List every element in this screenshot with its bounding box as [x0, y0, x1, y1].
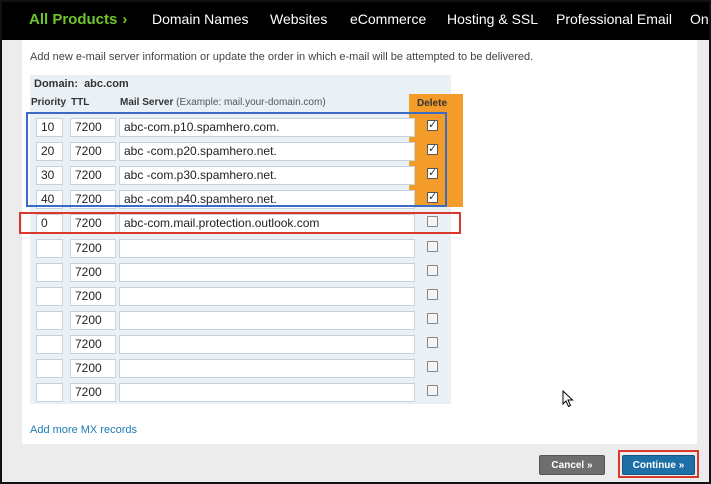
delete-checkbox[interactable]: [427, 313, 438, 324]
ttl-input[interactable]: 7200: [70, 214, 116, 233]
nav-ecommerce[interactable]: eCommerce: [350, 11, 426, 27]
priority-input[interactable]: [36, 263, 63, 282]
nav-professional-email[interactable]: Professional Email: [556, 11, 672, 27]
mail-server-input[interactable]: abc -com.p30.spamhero.net.: [119, 166, 415, 185]
priority-input[interactable]: [36, 359, 63, 378]
ttl-input[interactable]: 7200: [70, 239, 116, 258]
ttl-input[interactable]: 7200: [70, 190, 116, 209]
column-mail-server: Mail Server (Example: mail.your-domain.c…: [120, 97, 326, 108]
mx-row: 7200: [30, 237, 451, 259]
ttl-input[interactable]: 7200: [70, 263, 116, 282]
chevron-right-icon: ›: [122, 11, 128, 28]
domain-label-text: Domain:: [34, 78, 78, 90]
cancel-button[interactable]: Cancel »: [539, 455, 605, 475]
nav-hosting-ssl[interactable]: Hosting & SSL: [447, 11, 538, 27]
mx-row: 7200: [30, 381, 451, 403]
column-delete: Delete: [417, 98, 448, 109]
column-priority: Priority: [31, 97, 67, 108]
delete-checkbox[interactable]: [427, 289, 438, 300]
domain-label: Domain: abc.com: [34, 78, 129, 90]
intro-text: Add new e-mail server information or upd…: [30, 51, 534, 63]
priority-input[interactable]: [36, 335, 63, 354]
mail-server-input[interactable]: [119, 239, 415, 258]
priority-input[interactable]: [36, 287, 63, 306]
mail-server-input[interactable]: abc -com.p20.spamhero.net.: [119, 142, 415, 161]
column-mail-server-example: (Example: mail.your-domain.com): [176, 97, 326, 108]
delete-checkbox[interactable]: [427, 216, 438, 227]
nav-domain-names[interactable]: Domain Names: [152, 11, 248, 27]
mail-server-input[interactable]: [119, 287, 415, 306]
delete-checkbox[interactable]: [427, 265, 438, 276]
ttl-input[interactable]: 7200: [70, 118, 116, 137]
mail-server-input[interactable]: abc-com.mail.protection.outlook.com: [119, 214, 415, 233]
priority-input[interactable]: [36, 311, 63, 330]
mail-server-input[interactable]: [119, 311, 415, 330]
mx-row: 7200: [30, 261, 451, 283]
delete-checkbox[interactable]: [427, 118, 438, 131]
priority-input[interactable]: 10: [36, 118, 63, 137]
delete-checkbox[interactable]: [427, 385, 438, 396]
ttl-input[interactable]: 7200: [70, 311, 116, 330]
mx-row: 7200: [30, 309, 451, 331]
mouse-cursor-icon: [562, 390, 574, 408]
mail-server-input[interactable]: abc-com.p10.spamhero.com.: [119, 118, 415, 137]
delete-checkbox[interactable]: [427, 337, 438, 348]
mx-row: 7200: [30, 285, 451, 307]
continue-button[interactable]: Continue »: [622, 455, 695, 475]
column-mail-server-label: Mail Server: [120, 97, 174, 108]
column-ttl: TTL: [71, 97, 90, 108]
top-nav: All Products › Domain Names Websites eCom…: [0, 0, 711, 40]
left-gutter: [2, 40, 22, 482]
nav-more[interactable]: On: [690, 11, 709, 27]
delete-checkbox[interactable]: [427, 142, 438, 155]
mail-server-input[interactable]: [119, 359, 415, 378]
ttl-input[interactable]: 7200: [70, 335, 116, 354]
mail-server-input[interactable]: [119, 263, 415, 282]
right-gutter: [697, 40, 709, 482]
ttl-input[interactable]: 7200: [70, 383, 116, 402]
delete-checkbox[interactable]: [427, 361, 438, 372]
mx-row: 7200: [30, 357, 451, 379]
priority-input[interactable]: 30: [36, 166, 63, 185]
priority-input[interactable]: 20: [36, 142, 63, 161]
delete-checkbox[interactable]: [427, 190, 438, 203]
nav-websites[interactable]: Websites: [270, 11, 327, 27]
mx-row: 7200: [30, 333, 451, 355]
nav-all-products-label: All Products: [29, 11, 118, 28]
mail-server-input[interactable]: [119, 383, 415, 402]
mx-row: 0 7200 abc-com.mail.protection.outlook.com: [30, 212, 451, 234]
priority-input[interactable]: 0: [36, 214, 63, 233]
nav-all-products[interactable]: All Products ›: [29, 11, 127, 28]
ttl-input[interactable]: 7200: [70, 142, 116, 161]
priority-input[interactable]: [36, 239, 63, 258]
mx-row: 30 7200 abc -com.p30.spamhero.net.: [30, 164, 451, 186]
domain-value: abc.com: [84, 78, 129, 90]
ttl-input[interactable]: 7200: [70, 166, 116, 185]
add-more-mx-link[interactable]: Add more MX records: [30, 424, 137, 436]
ttl-input[interactable]: 7200: [70, 359, 116, 378]
delete-checkbox[interactable]: [427, 241, 438, 252]
ttl-input[interactable]: 7200: [70, 287, 116, 306]
priority-input[interactable]: [36, 383, 63, 402]
mx-row: 40 7200 abc -com.p40.spamhero.net.: [30, 188, 451, 210]
delete-checkbox[interactable]: [427, 166, 438, 179]
priority-input[interactable]: 40: [36, 190, 63, 209]
mx-row: 10 7200 abc-com.p10.spamhero.com.: [30, 116, 451, 138]
mail-server-input[interactable]: [119, 335, 415, 354]
mail-server-input[interactable]: abc -com.p40.spamhero.net.: [119, 190, 415, 209]
mx-row: 20 7200 abc -com.p20.spamhero.net.: [30, 140, 451, 162]
